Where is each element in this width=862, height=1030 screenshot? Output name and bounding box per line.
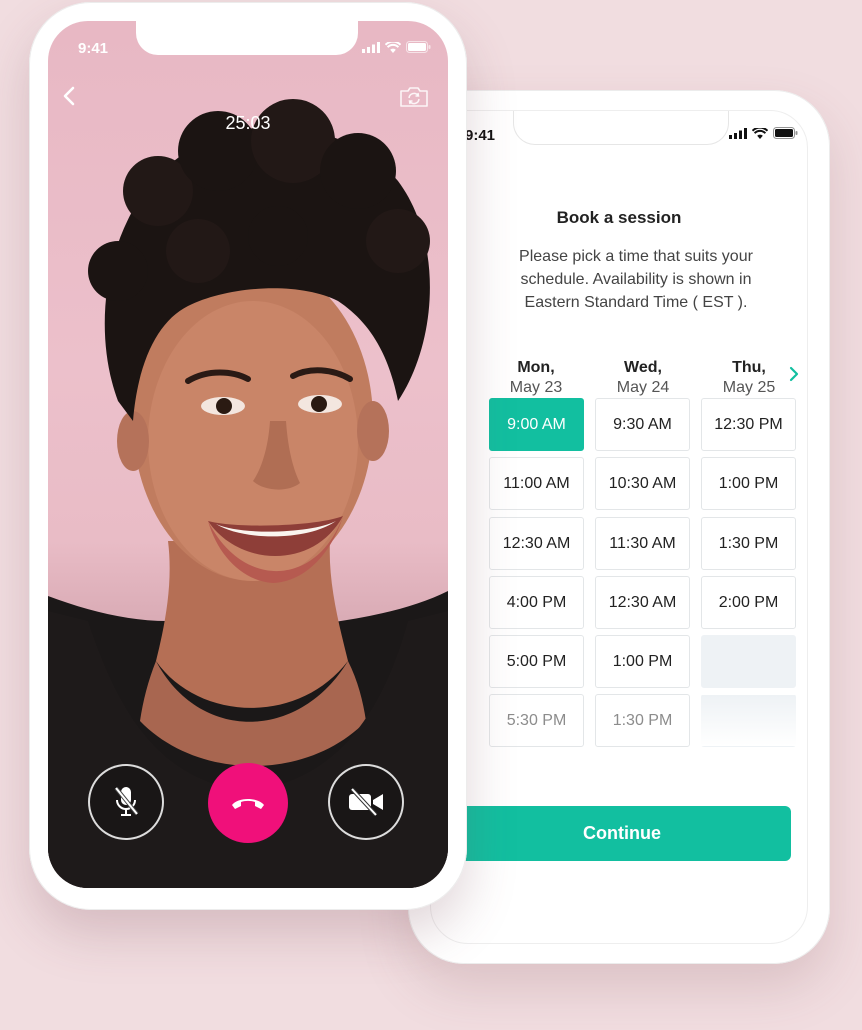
end-call-button[interactable] — [208, 763, 288, 843]
time-slot-unavailable — [701, 694, 796, 747]
status-time: 9:41 — [465, 127, 496, 144]
time-slot[interactable]: 5:30 PM — [489, 694, 584, 747]
signal-icon — [362, 41, 380, 53]
time-slot-selected[interactable]: 9:00 AM — [489, 398, 584, 451]
mic-off-icon — [114, 786, 139, 816]
time-slot[interactable]: 11:00 AM — [489, 457, 584, 510]
battery-icon — [406, 41, 431, 53]
day-date: May 23 — [509, 379, 563, 396]
time-slot[interactable]: 5:00 PM — [489, 635, 584, 688]
phone-notch — [513, 111, 729, 145]
day-name: Wed, — [624, 359, 662, 376]
day-column-header: Mon, May 23 — [486, 358, 586, 398]
day-name: Mon, — [517, 359, 555, 376]
wifi-icon — [385, 41, 401, 53]
day-date: May 24 — [616, 379, 670, 396]
caller-video-feed — [48, 99, 448, 888]
time-slot[interactable]: 12:30 PM — [701, 398, 796, 451]
signal-icon — [729, 127, 747, 139]
time-slot[interactable]: 9:30 AM — [595, 398, 690, 451]
time-slot[interactable]: 1:00 PM — [701, 457, 796, 510]
time-slot[interactable]: 11:30 AM — [595, 517, 690, 570]
booking-screen: 9:41 Book a session Please pick a time t… — [430, 110, 808, 944]
time-slot[interactable]: 10:30 AM — [595, 457, 690, 510]
day-date: May 25 — [722, 379, 776, 396]
battery-icon — [773, 127, 798, 139]
call-timer: 25:03 — [225, 113, 271, 133]
day-column-header: Thu, May 25 — [699, 358, 799, 398]
video-call-phone: 9:41 25:03 — [29, 2, 467, 910]
wifi-icon — [752, 127, 768, 139]
status-icons — [362, 41, 431, 53]
day-column-header: Wed, May 24 — [593, 358, 693, 398]
status-icons — [729, 127, 798, 139]
continue-button[interactable]: Continue — [453, 806, 791, 861]
availability-description: Please pick a time that suits your sched… — [519, 248, 753, 311]
video-off-icon — [349, 788, 383, 816]
mute-button[interactable] — [88, 764, 164, 840]
time-slot[interactable]: 12:30 AM — [595, 576, 690, 629]
end-call-icon — [232, 799, 264, 809]
time-slot[interactable]: 2:00 PM — [701, 576, 796, 629]
status-time: 9:41 — [78, 40, 109, 57]
video-toggle-button[interactable] — [328, 764, 404, 840]
day-name: Thu, — [732, 359, 766, 376]
booking-phone: 9:41 Book a session Please pick a time t… — [408, 90, 830, 964]
page-title: Book a session — [556, 208, 682, 227]
video-call-screen: 9:41 25:03 — [48, 21, 448, 888]
time-slot[interactable]: 1:30 PM — [595, 694, 690, 747]
time-slot[interactable]: 1:00 PM — [595, 635, 690, 688]
time-slot-unavailable — [701, 635, 796, 688]
camera-switch-icon[interactable] — [398, 85, 430, 109]
time-slot[interactable]: 1:30 PM — [701, 517, 796, 570]
back-chevron-icon[interactable] — [62, 85, 76, 107]
time-slot[interactable]: 12:30 AM — [489, 517, 584, 570]
chevron-right-icon[interactable] — [787, 365, 801, 383]
phone-notch — [136, 21, 358, 55]
time-slot[interactable]: 4:00 PM — [489, 576, 584, 629]
